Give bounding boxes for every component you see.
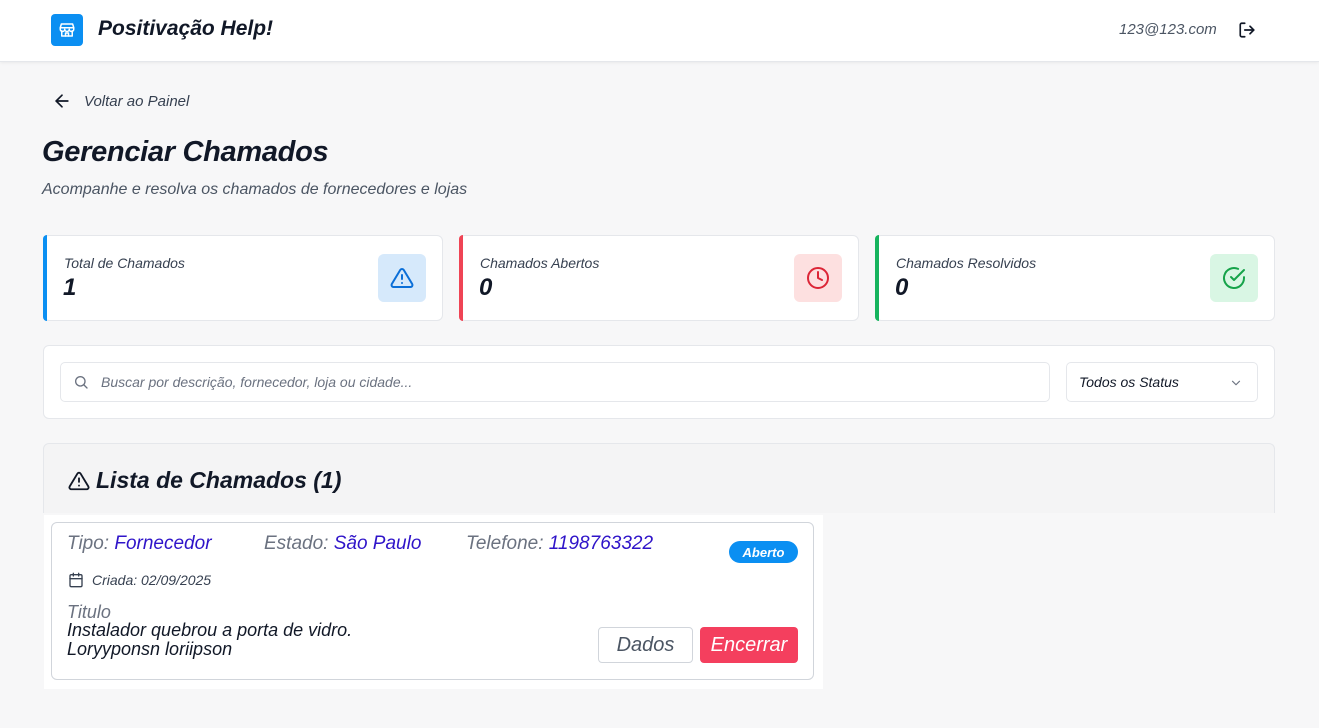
ticket-card: Tipo: Fornecedor Estado: São Paulo Telef… [51, 522, 814, 680]
stat-value: 0 [895, 274, 909, 301]
ticket-created-text: Criada: 02/09/2025 [92, 572, 212, 588]
ticket-list-title: Lista de Chamados (1) [68, 467, 341, 494]
logout-icon [1239, 22, 1255, 38]
ticket-description-line: Loryyponsn loriipson [67, 639, 233, 659]
back-link-label: Voltar ao Painel [84, 92, 190, 110]
stat-accent-bar [43, 235, 47, 321]
filter-panel: Todos os Status [43, 345, 1275, 419]
ticket-created-date: Criada: 02/09/2025 [68, 572, 211, 588]
ticket-container: Tipo: Fornecedor Estado: São Paulo Telef… [44, 515, 823, 689]
ticket-type-label: Tipo: [67, 533, 110, 554]
stat-card-open: Chamados Abertos 0 [459, 235, 859, 321]
alert-triangle-icon [378, 254, 426, 302]
stat-card-resolved: Chamados Resolvidos 0 [875, 235, 1275, 321]
ticket-state-label: Estado: [264, 533, 329, 554]
clock-icon [794, 254, 842, 302]
app-title: Positivação Help! [98, 17, 274, 40]
ticket-phone-label: Telefone: [466, 533, 544, 554]
close-ticket-button[interactable]: Encerrar [700, 627, 798, 663]
top-header: Positivação Help! 123@123.com [0, 0, 1319, 62]
status-filter-select[interactable]: Todos os Status [1066, 362, 1258, 402]
ticket-description-line: Instalador quebrou a porta de vidro. [67, 620, 353, 640]
stat-label: Chamados Resolvidos [896, 255, 1037, 271]
stat-card-total: Total de Chamados 1 [43, 235, 443, 321]
ticket-type-field: Tipo: Fornecedor [67, 533, 212, 555]
status-filter-value: Todos os Status [1079, 374, 1179, 390]
ticket-details-button[interactable]: Dados [598, 627, 693, 663]
stat-accent-bar [875, 235, 879, 321]
arrow-left-icon [55, 94, 69, 108]
chevron-down-icon [1231, 380, 1241, 386]
stat-accent-bar [459, 235, 463, 321]
calendar-icon [69, 572, 83, 588]
alert-triangle-icon [68, 471, 90, 490]
stat-value: 0 [479, 274, 493, 301]
ticket-description: Instalador quebrou a porta de vidro. Lor… [67, 621, 447, 659]
status-badge: Aberto [729, 541, 798, 563]
page-subtitle: Acompanhe e resolva os chamados de forne… [42, 181, 468, 198]
ticket-type-value: Fornecedor [114, 533, 212, 554]
ticket-phone-value: 1198763322 [548, 533, 654, 554]
ticket-list-title-text: Lista de Chamados (1) [96, 467, 342, 493]
user-email: 123@123.com [1119, 21, 1217, 38]
search-icon [75, 376, 88, 389]
ticket-phone-field: Telefone: 1198763322 [466, 533, 653, 555]
ticket-list-panel: Lista de Chamados (1) [43, 443, 1275, 513]
logout-button[interactable] [1236, 19, 1258, 41]
stat-value: 1 [63, 274, 77, 301]
search-box [60, 362, 1050, 402]
page-title: Gerenciar Chamados [42, 136, 329, 168]
search-input[interactable] [101, 363, 1041, 401]
ticket-state-value: São Paulo [333, 533, 422, 554]
back-to-dashboard-link[interactable]: Voltar ao Painel [52, 90, 189, 112]
ticket-state-field: Estado: São Paulo [264, 533, 421, 555]
stat-label: Chamados Abertos [480, 255, 600, 271]
store-icon [51, 14, 83, 46]
stat-label: Total de Chamados [64, 255, 185, 271]
check-circle-icon [1210, 254, 1258, 302]
